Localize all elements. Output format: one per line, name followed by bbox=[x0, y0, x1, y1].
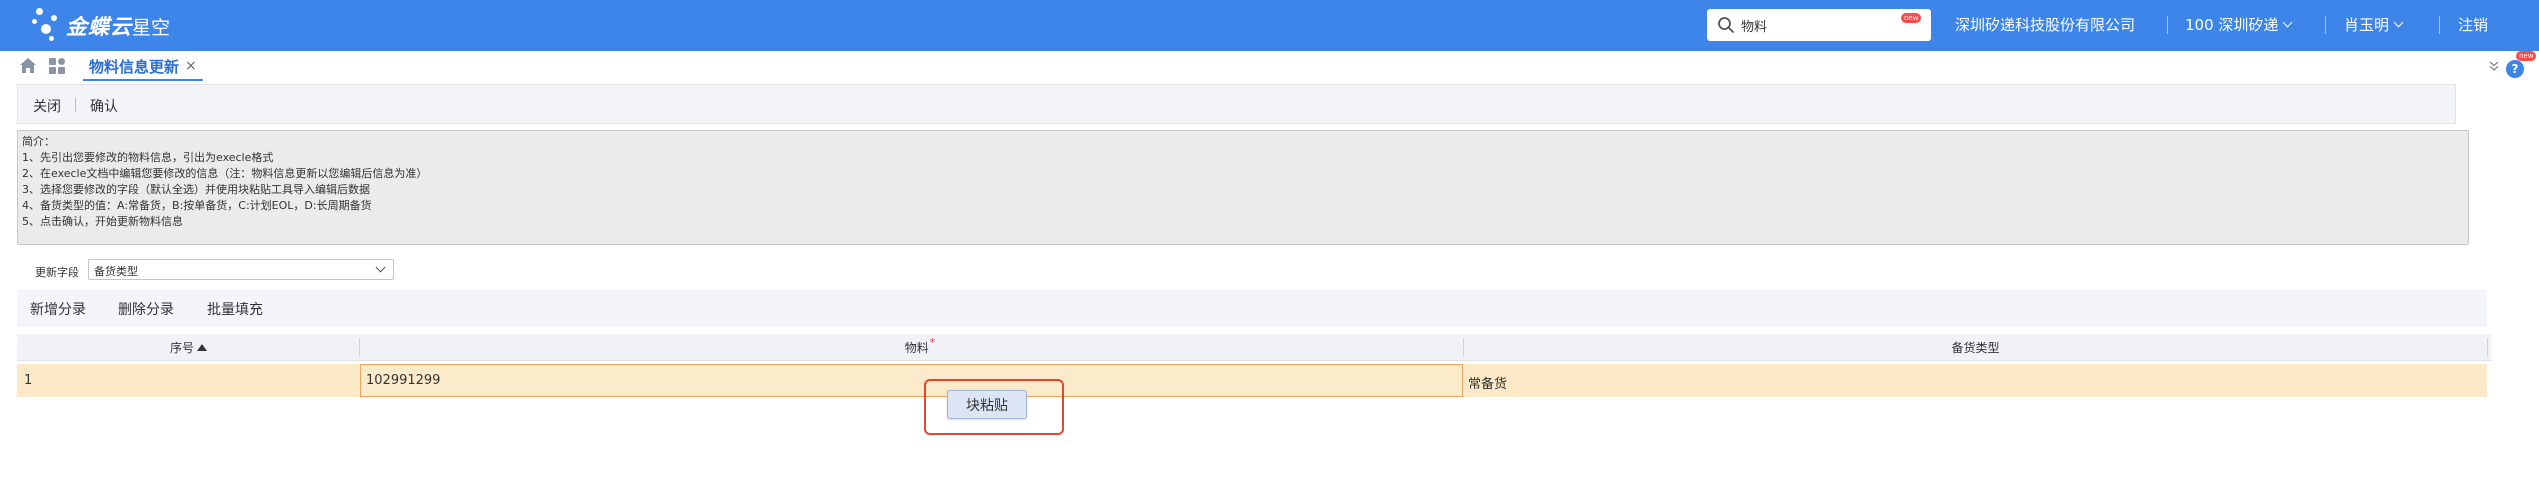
column-header-material[interactable]: 物料 * bbox=[360, 334, 1480, 361]
help-icon[interactable]: ? bbox=[2506, 60, 2524, 78]
intro-line: 简介： bbox=[22, 135, 55, 148]
cell-material-value: 102991299 bbox=[366, 373, 441, 388]
cell-stock-type[interactable]: 常备货 bbox=[1468, 373, 1507, 392]
update-field-value: 备货类型 bbox=[94, 265, 138, 278]
tab-material-update[interactable]: 物料信息更新 × bbox=[83, 53, 203, 81]
new-badge: new bbox=[1901, 13, 1922, 23]
intro-line: 1、先引出您要修改的物料信息，引出为execle格式 bbox=[22, 151, 274, 164]
divider bbox=[2325, 16, 2326, 34]
chevron-down-icon bbox=[2393, 17, 2404, 28]
search-icon bbox=[1718, 17, 1734, 33]
intro-line: 4、备货类型的值：A:常备货，B:按单备货，C:计划EOL，D:长周期备货 bbox=[22, 199, 372, 212]
batch-fill-button[interactable]: 批量填充 bbox=[207, 299, 263, 319]
user-menu[interactable]: 肖玉明 bbox=[2344, 14, 2404, 35]
tab-label: 物料信息更新 bbox=[89, 57, 180, 76]
sort-asc-icon[interactable] bbox=[197, 344, 207, 351]
close-icon[interactable]: × bbox=[185, 58, 197, 74]
divider bbox=[2167, 16, 2168, 34]
column-seq-label: 序号 bbox=[169, 341, 194, 355]
cell-material-input[interactable]: 102991299 bbox=[360, 364, 1463, 397]
logo-dot bbox=[32, 19, 37, 24]
brand-logo[interactable]: 金蝶云 星空 bbox=[32, 5, 182, 45]
add-entry-button[interactable]: 新增分录 bbox=[30, 299, 86, 319]
entry-toolbar: 新增分录 删除分录 批量填充 bbox=[17, 290, 2487, 327]
intro-line: 5、点击确认，开始更新物料信息 bbox=[22, 215, 183, 228]
search-input[interactable] bbox=[1741, 15, 1891, 35]
update-field-label: 更新字段 bbox=[35, 266, 79, 279]
tab-strip bbox=[0, 51, 2539, 81]
search-box[interactable]: new bbox=[1707, 9, 1931, 41]
org-selector[interactable]: 100 深圳矽递 bbox=[2185, 14, 2293, 35]
logo-dot bbox=[49, 36, 54, 41]
company-selector[interactable]: 深圳矽递科技股份有限公司 bbox=[1955, 14, 2135, 35]
column-divider bbox=[2487, 338, 2488, 357]
cell-seq: 1 bbox=[24, 373, 33, 388]
org-label: 100 深圳矽递 bbox=[2185, 16, 2279, 34]
user-name: 肖玉明 bbox=[2344, 16, 2390, 34]
confirm-button[interactable]: 确认 bbox=[90, 96, 118, 116]
form-toolbar: 关闭 确认 bbox=[17, 84, 2456, 124]
required-mark: * bbox=[929, 336, 936, 349]
home-icon[interactable] bbox=[19, 57, 37, 74]
column-header-stock-type[interactable]: 备货类型 bbox=[1463, 334, 2488, 361]
brand-product: 星空 bbox=[132, 17, 171, 39]
apps-icon[interactable] bbox=[48, 57, 66, 75]
column-header-seq[interactable]: 序号 bbox=[17, 334, 360, 361]
column-material-label: 物料 bbox=[904, 341, 929, 355]
close-button[interactable]: 关闭 bbox=[33, 96, 61, 116]
divider bbox=[2439, 16, 2440, 34]
chevron-down-icon bbox=[2282, 17, 2293, 28]
double-chevron-down-icon[interactable] bbox=[2488, 60, 2500, 72]
new-badge: new bbox=[2516, 51, 2537, 61]
intro-textarea[interactable]: 简介： 1、先引出您要修改的物料信息，引出为execle格式 2、在execle… bbox=[17, 130, 2469, 245]
update-field-select[interactable]: 备货类型 bbox=[88, 259, 394, 280]
table-row[interactable]: 1 102991299 常备货 bbox=[17, 364, 2487, 397]
intro-line: 3、选择您要修改的字段（默认全选）并使用块粘贴工具导入编辑后数据 bbox=[22, 183, 370, 196]
chevron-down-icon[interactable] bbox=[375, 262, 386, 273]
block-paste-button[interactable]: 块粘贴 bbox=[947, 390, 1027, 419]
delete-entry-button[interactable]: 删除分录 bbox=[118, 299, 174, 319]
intro-line: 2、在execle文档中编辑您要修改的信息（注：物料信息更新以您编辑后信息为准） bbox=[22, 167, 428, 180]
logo-dot bbox=[51, 15, 57, 21]
divider bbox=[75, 98, 76, 112]
logout-link[interactable]: 注销 bbox=[2458, 14, 2488, 35]
brand-name: 金蝶云 bbox=[66, 15, 132, 39]
top-bar: 金蝶云 星空 new 深圳矽递科技股份有限公司 100 深圳矽递 肖玉明 注销 bbox=[0, 0, 2539, 51]
logo-dot bbox=[41, 24, 51, 34]
logo-dot bbox=[36, 8, 43, 15]
grid-header: 序号 物料 * 备货类型 bbox=[17, 334, 2491, 361]
column-stock-type-label: 备货类型 bbox=[1951, 341, 2000, 355]
